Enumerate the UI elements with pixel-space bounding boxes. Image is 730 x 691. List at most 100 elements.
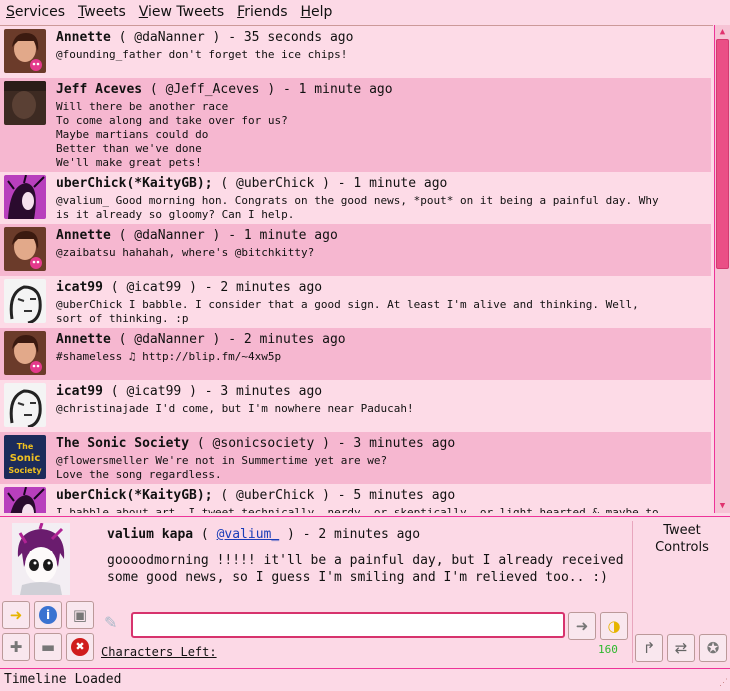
tweet-avatar xyxy=(4,227,46,271)
tweet-time: - 1 minute ago xyxy=(228,228,338,243)
tweet-avatar xyxy=(4,487,46,513)
tweet-time: - 2 minutes ago xyxy=(204,280,323,295)
tweet-row[interactable]: Annette ( @daNanner ) - 2 minutes ago #sh… xyxy=(0,328,711,380)
tweet-time: - 5 minutes ago xyxy=(337,488,456,503)
tweet-body: @founding_father don't forget the ice ch… xyxy=(56,48,348,61)
retweet-icon[interactable]: ⇄ xyxy=(667,634,695,662)
tweet-author: uberChick(*KaityGB); xyxy=(56,488,213,503)
characters-left-label: Characters Left: xyxy=(101,645,217,659)
tweet-author: Annette xyxy=(56,228,111,243)
tweet-header: Annette ( @daNanner ) - 35 seconds ago xyxy=(56,30,707,46)
attach-icon[interactable]: ✎ xyxy=(104,613,126,635)
tweet-author: Annette xyxy=(56,30,111,45)
reply-arrow-icon[interactable]: ↱ xyxy=(635,634,663,662)
cancel-icon[interactable]: ✖ xyxy=(66,633,94,661)
tweet-author: Annette xyxy=(56,332,111,347)
tweet-body: @zaibatsu hahahah, where's @bitchkitty? xyxy=(56,246,315,259)
tweet-avatar xyxy=(4,383,46,427)
tweet-header: uberChick(*KaityGB); ( @uberChick ) - 5 … xyxy=(56,488,707,504)
tweet-time: - 1 minute ago xyxy=(282,82,393,97)
tweet-author: icat99 xyxy=(56,384,103,399)
tweet-author: uberChick(*KaityGB); xyxy=(56,176,213,191)
tweet-handle: ( @daNanner ) xyxy=(118,228,221,243)
tweet-row[interactable]: icat99 ( @icat99 ) - 3 minutes ago @chris… xyxy=(0,380,711,432)
reply-yellow-icon[interactable]: ◑ xyxy=(600,612,628,640)
controls-divider xyxy=(632,521,633,663)
tweet-author: icat99 xyxy=(56,280,103,295)
tweet-header: Annette ( @daNanner ) - 1 minute ago xyxy=(56,228,707,244)
add-icon[interactable]: ✚ xyxy=(2,633,30,661)
tweet-avatar xyxy=(4,331,46,375)
current-user-avatar xyxy=(12,523,70,595)
tweet-handle: ( @icat99 ) xyxy=(110,384,197,399)
menu-tweets[interactable]: Tweets xyxy=(78,4,126,20)
svg-text:Sonic: Sonic xyxy=(10,453,41,464)
tweet-body: @uberChick I babble. I consider that a g… xyxy=(56,298,639,325)
timeline-list[interactable]: Annette ( @daNanner ) - 35 seconds ago @f… xyxy=(0,25,713,513)
current-tweet-header: valium kapa ( @valium_ ) - 2 minutes ago xyxy=(107,527,421,542)
tweet-header: icat99 ( @icat99 ) - 2 minutes ago xyxy=(56,280,707,296)
menu-services[interactable]: Services xyxy=(6,4,65,20)
tweet-time: - 35 seconds ago xyxy=(228,30,354,45)
current-user-name: valium kapa xyxy=(107,527,194,542)
menu-view-tweets[interactable]: View Tweets xyxy=(139,4,224,20)
tweet-row[interactable]: uberChick(*KaityGB); ( @uberChick ) - 5 … xyxy=(0,484,711,513)
scroll-thumb[interactable] xyxy=(716,39,729,269)
tweet-input[interactable] xyxy=(131,612,565,638)
favorite-star-icon[interactable]: ✪ xyxy=(699,634,727,662)
scroll-up-arrow-icon[interactable]: ▲ xyxy=(715,25,730,39)
menu-help[interactable]: Help xyxy=(301,4,333,20)
tweet-controls-title: Tweet Controls xyxy=(655,523,709,555)
resize-grip-icon[interactable]: ⋰ xyxy=(716,677,728,689)
tweet-body: Will there be another race To come along… xyxy=(56,100,288,169)
tweet-author: Jeff Aceves xyxy=(56,82,143,97)
tweet-handle: ( @icat99 ) xyxy=(110,280,197,295)
tweet-header: Jeff Aceves ( @Jeff_Aceves ) - 1 minute … xyxy=(56,82,707,98)
current-tweet-time: - 2 minutes ago xyxy=(302,527,421,542)
tweet-handle: ( @sonicsociety ) xyxy=(196,436,330,451)
tweet-row[interactable]: Jeff Aceves ( @Jeff_Aceves ) - 1 minute … xyxy=(0,78,711,172)
tweet-handle: ( @daNanner ) xyxy=(118,332,221,347)
tweet-time: - 3 minutes ago xyxy=(204,384,323,399)
tweet-avatar: The Sonic Society xyxy=(4,435,46,479)
menu-bar: Services Tweets View Tweets Friends Help xyxy=(0,0,730,24)
tweet-body: #shameless ♫ http://blip.fm/~4xw5p xyxy=(56,350,282,363)
tweet-header: uberChick(*KaityGB); ( @uberChick ) - 1 … xyxy=(56,176,707,192)
tweet-author: The Sonic Society xyxy=(56,436,190,451)
info-icon[interactable]: i xyxy=(34,601,62,629)
tweet-header: The Sonic Society ( @sonicsociety ) - 3 … xyxy=(56,436,707,452)
tweet-row[interactable]: Annette ( @daNanner ) - 35 seconds ago @f… xyxy=(0,26,711,78)
tweet-body: @flowersmeller We're not in Summertime y… xyxy=(56,454,388,481)
tweet-handle: ( @daNanner ) xyxy=(118,30,221,45)
tweet-time: - 2 minutes ago xyxy=(228,332,346,347)
tweet-handle: ( @uberChick ) xyxy=(220,488,330,503)
characters-left-count: 160 xyxy=(598,643,618,656)
current-tweet-text: goooodmorning !!!!! it'll be a painful d… xyxy=(107,553,624,585)
tweet-header: icat99 ( @icat99 ) - 3 minutes ago xyxy=(56,384,707,400)
send-arrow-icon[interactable]: ➜ xyxy=(568,612,596,640)
svg-text:Society: Society xyxy=(8,466,42,475)
tweet-time: - 3 minutes ago xyxy=(337,436,456,451)
remove-icon[interactable]: ▬ xyxy=(34,633,62,661)
tweet-handle: ( @Jeff_Aceves ) xyxy=(149,82,276,97)
timeline-scrollbar[interactable]: ▲ ▼ xyxy=(714,25,730,513)
tweet-body: @christinajade I'd come, but I'm nowhere… xyxy=(56,402,414,415)
tweet-avatar xyxy=(4,175,46,219)
images-icon[interactable]: ▣ xyxy=(66,601,94,629)
svg-text:The: The xyxy=(17,442,34,451)
tweet-avatar xyxy=(4,29,46,73)
tweet-row[interactable]: Annette ( @daNanner ) - 1 minute ago @zai… xyxy=(0,224,711,276)
current-user-handle-link[interactable]: @valium_ xyxy=(217,527,280,542)
scroll-down-arrow-icon[interactable]: ▼ xyxy=(715,499,730,513)
tweet-row[interactable]: The Sonic Society The Sonic Society ( @soni… xyxy=(0,432,711,484)
menu-friends[interactable]: Friends xyxy=(237,4,287,20)
tweet-row[interactable]: icat99 ( @icat99 ) - 2 minutes ago @uberC… xyxy=(0,276,711,328)
tweet-handle: ( @uberChick ) xyxy=(220,176,330,191)
forward-yellow-icon[interactable]: ➜ xyxy=(2,601,30,629)
status-bar: Timeline Loaded ⋰ xyxy=(0,668,730,691)
tweet-row[interactable]: uberChick(*KaityGB); ( @uberChick ) - 1 … xyxy=(0,172,711,224)
tweet-avatar xyxy=(4,279,46,323)
tweet-header: Annette ( @daNanner ) - 2 minutes ago xyxy=(56,332,707,348)
compose-panel: ➜ i ▣ ✚ ▬ ✖ valium kapa ( @valium_ ) - 2… xyxy=(0,516,730,666)
tweet-avatar xyxy=(4,81,46,125)
